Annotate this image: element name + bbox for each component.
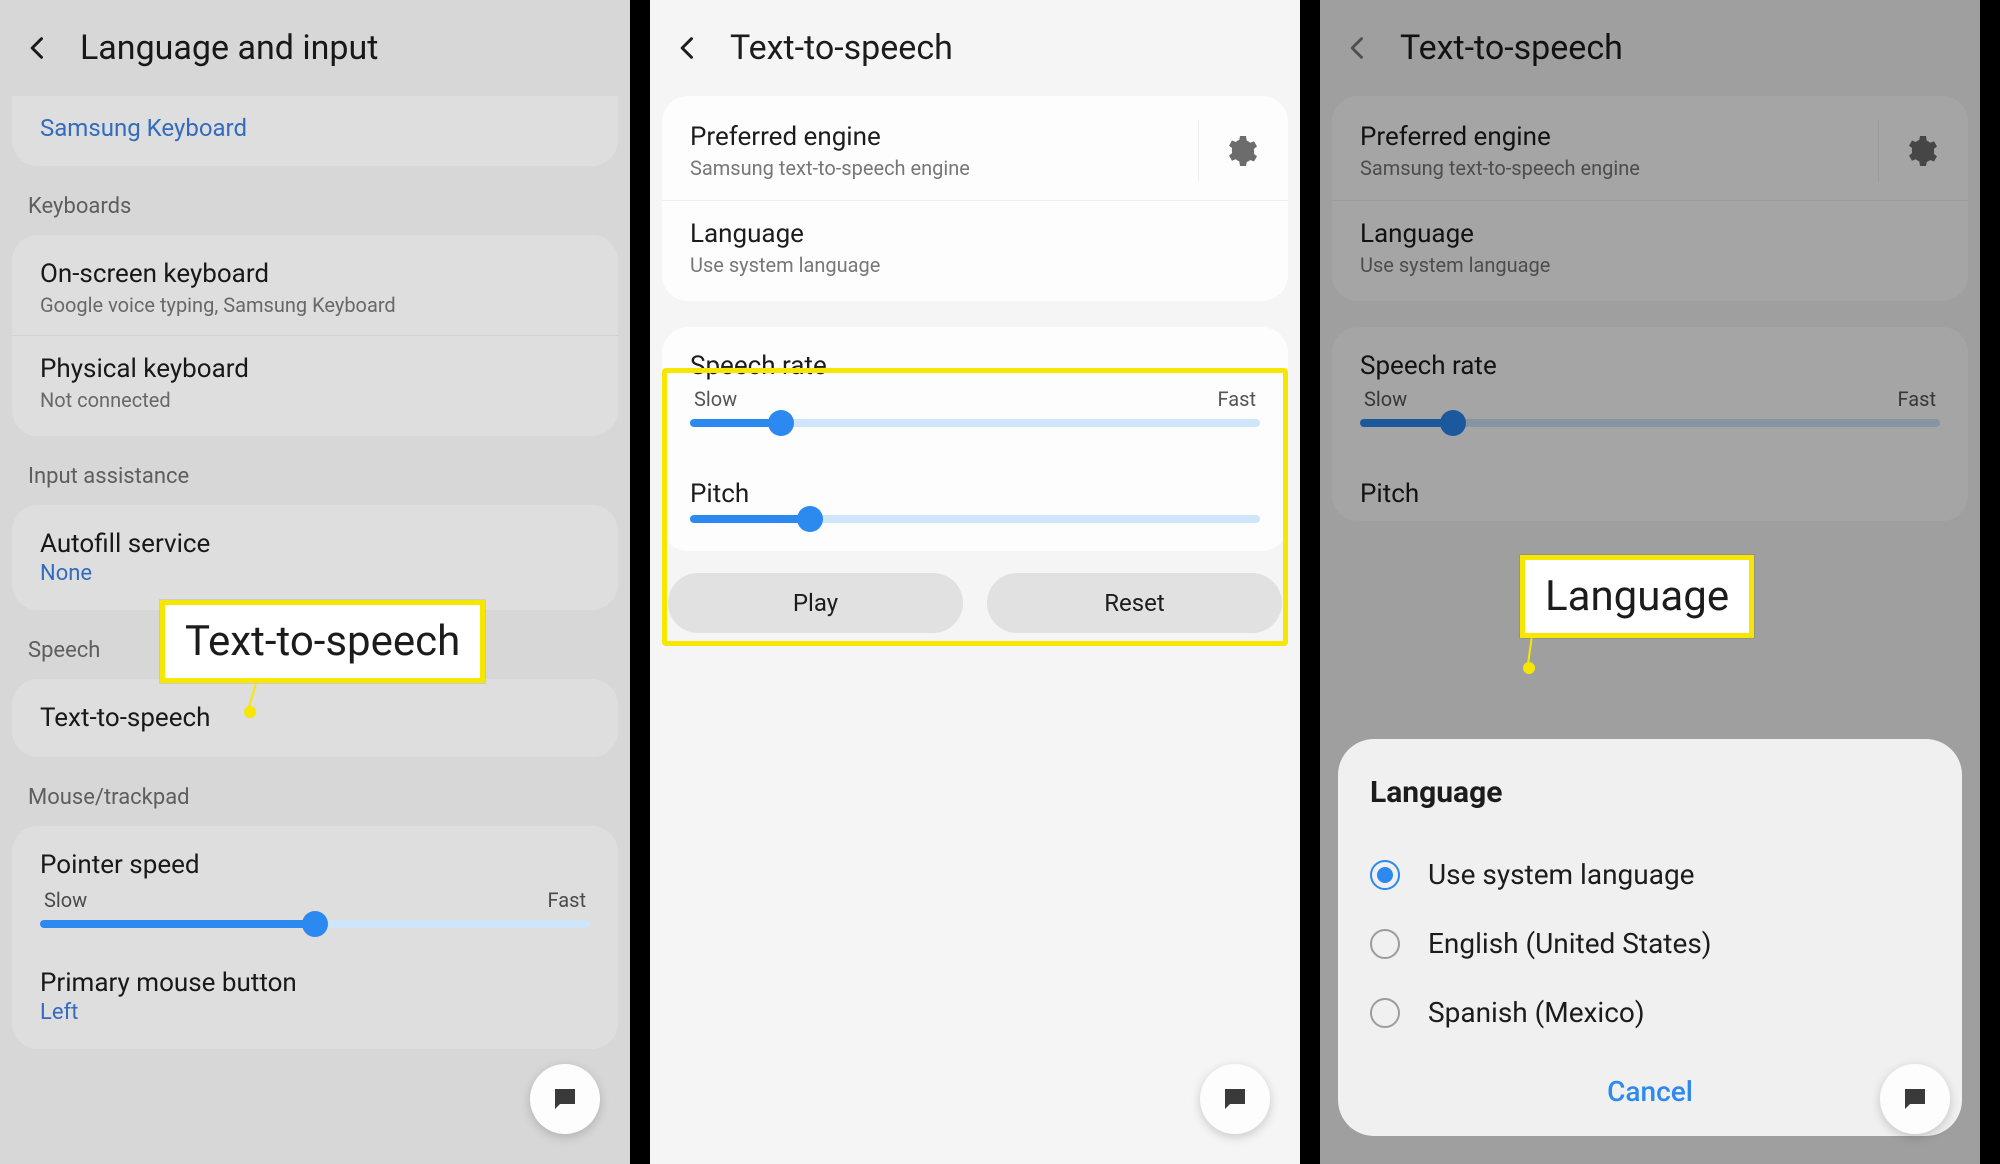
pointer-slider[interactable] <box>40 920 590 928</box>
button-row: Play Reset <box>650 551 1300 633</box>
language-dialog: Language Use system language English (Un… <box>1338 739 1962 1136</box>
row-title: Pitch <box>690 479 1260 509</box>
radio-spanish-mx[interactable]: Spanish (Mexico) <box>1370 978 1930 1047</box>
row-title: Language <box>690 219 1260 249</box>
slider-fill <box>40 920 315 928</box>
pitch-slider[interactable] <box>690 515 1260 523</box>
rate-slider[interactable] <box>690 419 1260 427</box>
slider-thumb[interactable] <box>302 911 328 937</box>
language-row[interactable]: Language Use system language <box>662 200 1288 295</box>
chat-icon <box>1220 1084 1250 1114</box>
cancel-button[interactable]: Cancel <box>1370 1075 1930 1108</box>
speech-rate-row: Speech rate <box>662 333 1288 387</box>
engine-settings-button[interactable] <box>1198 120 1260 182</box>
chat-fab[interactable] <box>530 1064 600 1134</box>
rate-slider-wrap: Slow Fast <box>662 387 1288 449</box>
chat-fab[interactable] <box>1880 1064 1950 1134</box>
pane-tts-settings: Text-to-speech Preferred engine Samsung … <box>650 0 1300 1164</box>
row-sub: Samsung text-to-speech engine <box>690 156 1198 180</box>
slider-fill <box>690 515 810 523</box>
radio-icon <box>1370 929 1400 959</box>
row-title: Speech rate <box>690 351 1260 381</box>
back-button[interactable] <box>670 30 706 66</box>
radio-icon <box>1370 998 1400 1028</box>
slow-label: Slow <box>694 387 737 411</box>
dim-overlay <box>0 0 630 1164</box>
radio-label: English (United States) <box>1428 927 1712 960</box>
gear-icon <box>1222 133 1258 169</box>
radio-icon <box>1370 860 1400 890</box>
callout-tts: Text-to-speech <box>160 600 485 683</box>
chat-icon <box>550 1084 580 1114</box>
play-button[interactable]: Play <box>668 573 963 633</box>
page-title: Text-to-speech <box>730 28 953 68</box>
reset-button[interactable]: Reset <box>987 573 1282 633</box>
chat-fab[interactable] <box>1200 1064 1270 1134</box>
callout-pointer <box>244 706 256 718</box>
dialog-title: Language <box>1370 775 1930 810</box>
callout-language: Language <box>1520 555 1754 638</box>
slider-thumb[interactable] <box>797 506 823 532</box>
pane-language-input: Language and input Samsung Keyboard Keyb… <box>0 0 630 1164</box>
slider-labels: Slow Fast <box>690 387 1260 411</box>
sliders-card: Speech rate Slow Fast Pitch <box>662 327 1288 551</box>
radio-use-system[interactable]: Use system language <box>1370 840 1930 909</box>
preferred-engine-row[interactable]: Preferred engine Samsung text-to-speech … <box>662 102 1288 200</box>
header: Text-to-speech <box>650 0 1300 96</box>
radio-label: Use system language <box>1428 858 1695 891</box>
engine-card: Preferred engine Samsung text-to-speech … <box>662 96 1288 301</box>
row-title: Preferred engine <box>690 122 1198 152</box>
chevron-left-icon <box>674 34 702 62</box>
chat-icon <box>1900 1084 1930 1114</box>
pitch-slider-wrap <box>662 515 1288 545</box>
slider-thumb[interactable] <box>768 410 794 436</box>
pitch-row: Pitch <box>662 449 1288 515</box>
radio-label: Spanish (Mexico) <box>1428 996 1645 1029</box>
row-main: Preferred engine Samsung text-to-speech … <box>690 122 1198 180</box>
callout-pointer <box>1523 662 1535 674</box>
fast-label: Fast <box>1218 387 1256 411</box>
pane-tts-language-dialog: Text-to-speech Preferred engine Samsung … <box>1320 0 1980 1164</box>
radio-english-us[interactable]: English (United States) <box>1370 909 1930 978</box>
row-sub: Use system language <box>690 253 1260 277</box>
